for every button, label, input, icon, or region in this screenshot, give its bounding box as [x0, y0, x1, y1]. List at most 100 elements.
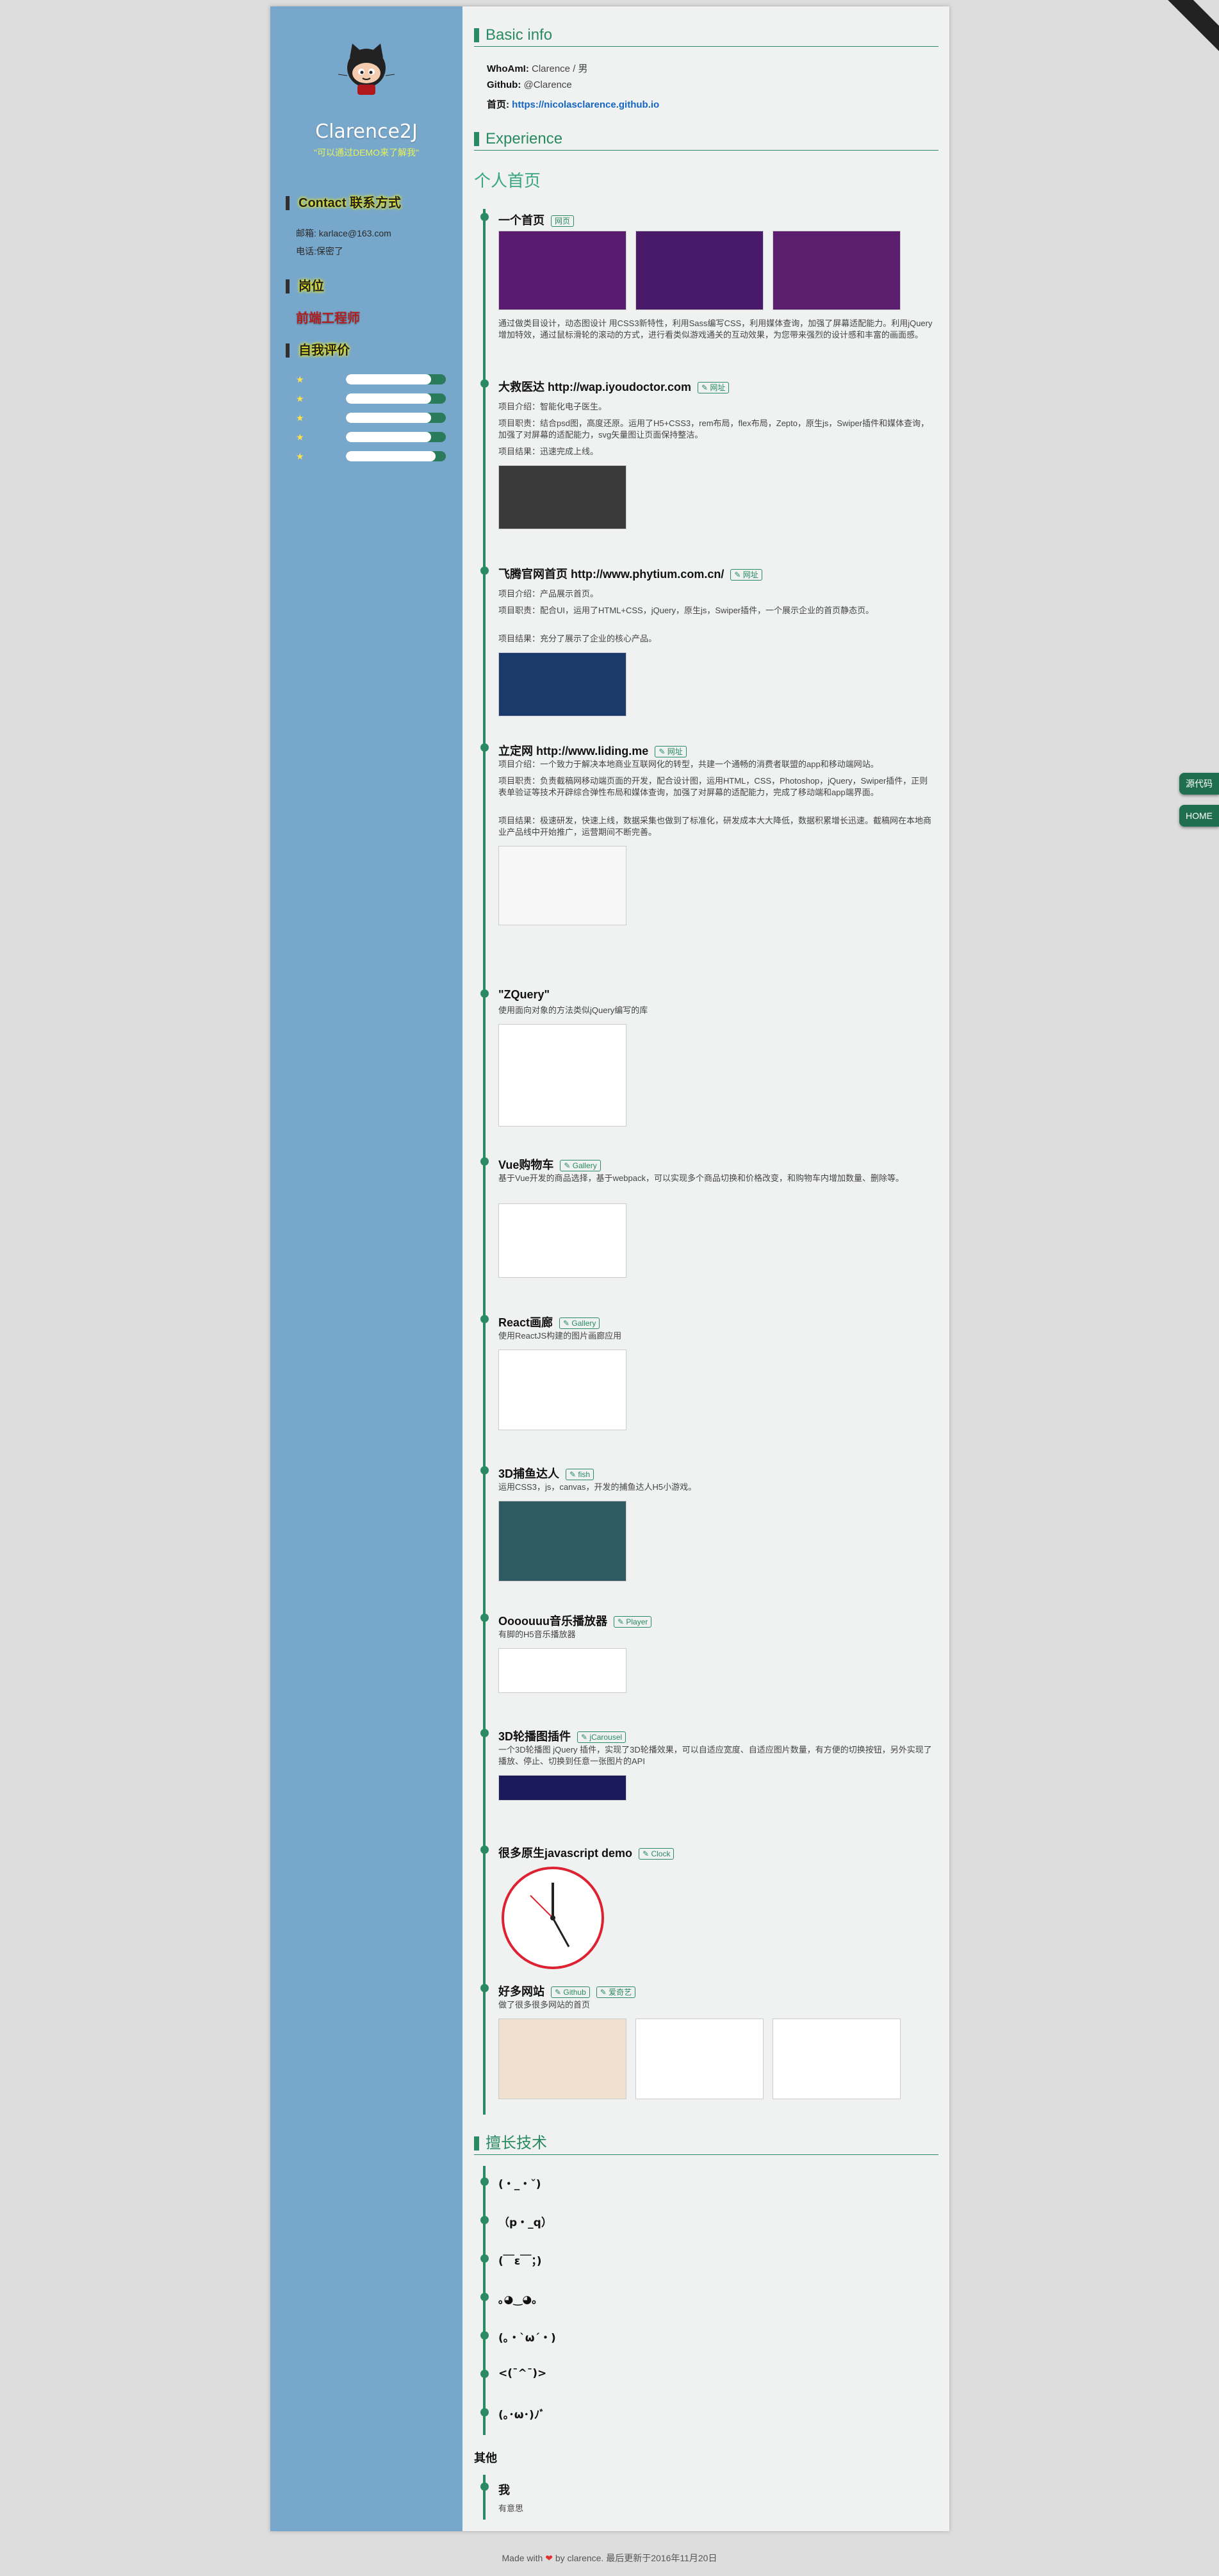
- skill-emoticon: （p・_q）: [498, 2217, 552, 2229]
- project-description: 有脚的H5音乐播放器: [498, 1630, 576, 1639]
- project-link-tag[interactable]: ✎ Clock: [639, 1848, 675, 1860]
- project-screenshot-thumbnail[interactable]: [498, 1024, 626, 1127]
- job-heading: 岗位: [286, 279, 324, 293]
- skills-heading: 擅长技术: [474, 2134, 938, 2155]
- skill-emoticon: (｡・`ω´・): [498, 2332, 556, 2345]
- timeline-dot: [480, 1729, 489, 1737]
- project-description: 项目职责：配合UI，运用了HTML+CSS，jQuery，原生js，Swiper…: [498, 606, 874, 615]
- skill-rating-row: ★: [296, 411, 447, 424]
- basic-info-heading: Basic info: [474, 26, 938, 47]
- project-title: 很多原生javascript demo ✎ Clock: [498, 1844, 675, 1861]
- star-icon: ★: [296, 432, 304, 442]
- personal-home-heading: 个人首页: [474, 172, 541, 191]
- other-item-text: 有意思: [498, 2504, 524, 2513]
- whoami-line: WhoAmI: Clarence / 男: [487, 62, 588, 75]
- project-link-tag[interactable]: ✎ jCarousel: [577, 1731, 626, 1744]
- skill-bar-fill: [346, 374, 431, 384]
- sidebar: Clarence2J "可以通过DEMO来了解我" Contact 联系方式 邮…: [270, 6, 462, 2531]
- timeline-dot: [480, 2408, 489, 2416]
- star-icon: ★: [296, 413, 304, 423]
- project-name: 一个首页: [498, 214, 544, 227]
- project-description: 项目结果：充分了展示了企业的核心产品。: [498, 634, 657, 643]
- project-description: 项目介绍：产品展示首页。: [498, 589, 599, 599]
- skill-bar: [346, 451, 446, 461]
- project-link-tag[interactable]: ✎ Gallery: [559, 1317, 600, 1330]
- footer-made-with: Made with: [502, 2553, 543, 2563]
- skill-rating-row: ★: [296, 450, 447, 463]
- project-description: 基于Vue开发的商品选择，基于webpack，可以实现多个商品切换和价格改变，和…: [498, 1173, 904, 1183]
- timeline-dot: [480, 1845, 489, 1854]
- project-link-tag[interactable]: ✎ Gallery: [560, 1160, 601, 1172]
- skill-emoticon: (｡･ω･)ﾉﾞ: [498, 2409, 545, 2422]
- project-screenshot-thumbnail[interactable]: [773, 231, 901, 310]
- github-label: Github:: [487, 79, 521, 90]
- project-title: React画廊 ✎ Gallery: [498, 1314, 600, 1330]
- skill-bar-fill: [346, 393, 431, 404]
- project-description: 项目介绍：智能化电子医生。: [498, 402, 607, 411]
- project-screenshot-thumbnail[interactable]: [498, 1501, 626, 1581]
- project-link-tag[interactable]: ✎ fish: [566, 1469, 594, 1481]
- timeline-dot: [480, 213, 489, 221]
- project-screenshot-thumbnail[interactable]: [498, 1350, 626, 1430]
- skill-emoticon: ｡◕‿◕｡: [498, 2293, 537, 2306]
- project-link-tag[interactable]: ✎ Player: [613, 1616, 652, 1628]
- skill-emoticon: <(ˉ^ˉ)>: [498, 2367, 547, 2380]
- job-title: 前端工程师: [296, 311, 360, 326]
- project-description: 项目结果：迅速完成上线。: [498, 447, 599, 456]
- project-description: 使用面向对象的方法类似jQuery编写的库: [498, 1005, 648, 1015]
- project-title: 3D捕鱼达人 ✎ fish: [498, 1465, 594, 1482]
- timeline-dot: [480, 2482, 489, 2491]
- timeline-dot: [480, 2331, 489, 2340]
- self-eval-heading: 自我评价: [286, 343, 350, 358]
- homepage-link[interactable]: https://nicolasclarence.github.io: [512, 99, 659, 110]
- project-name: Oooouuu音乐播放器: [498, 1615, 607, 1628]
- project-link-tag[interactable]: ✎ 网址: [655, 746, 687, 758]
- project-title: Oooouuu音乐播放器 ✎ Player: [498, 1612, 652, 1629]
- other-heading: 其他: [474, 2452, 497, 2465]
- github-corner-ribbon[interactable]: [1168, 0, 1219, 51]
- project-title: 一个首页 网页: [498, 211, 575, 228]
- project-title: 立定网 http://www.liding.me ✎ 网址: [498, 742, 687, 759]
- whoami-label: WhoAmI:: [487, 63, 529, 74]
- motto: "可以通过DEMO来了解我": [314, 147, 419, 158]
- project-link-tag[interactable]: ✎ 网址: [730, 569, 762, 581]
- skill-bar: [346, 413, 446, 423]
- timeline-dot: [480, 1614, 489, 1622]
- project-name: 好多网站: [498, 1985, 544, 1998]
- github-value[interactable]: @Clarence: [524, 79, 572, 90]
- home-button[interactable]: HOME: [1179, 805, 1219, 827]
- project-link-tag[interactable]: ✎ 爱奇艺: [596, 1986, 636, 1999]
- project-screenshot-thumbnail[interactable]: [498, 231, 626, 310]
- timeline-dot: [480, 1157, 489, 1166]
- project-screenshot-thumbnail[interactable]: [498, 1775, 626, 1801]
- project-link-tag[interactable]: ✎ 网址: [698, 382, 730, 394]
- project-description: 项目结果：极速研发，快速上线，数据采集也做到了标准化，研发成本大大降低，数据积累…: [498, 816, 932, 837]
- project-screenshot-thumbnail[interactable]: [498, 2019, 626, 2099]
- project-screenshot-thumbnail[interactable]: [635, 231, 764, 310]
- project-title: 大救医达 http://wap.iyoudoctor.com ✎ 网址: [498, 378, 730, 395]
- skill-rating-row: ★: [296, 392, 447, 405]
- octocat-avatar-icon: [338, 44, 395, 95]
- project-screenshot-thumbnail[interactable]: [498, 465, 626, 529]
- project-link-tag[interactable]: ✎ Github: [551, 1986, 590, 1999]
- project-screenshot-thumbnail[interactable]: [635, 2019, 764, 2099]
- source-code-button[interactable]: 源代码: [1179, 773, 1219, 795]
- project-name: 立定网 http://www.liding.me: [498, 745, 649, 757]
- timeline-dot: [480, 2177, 489, 2186]
- owner-name: Clarence2J: [315, 120, 418, 143]
- clock-demo-thumbnail[interactable]: [498, 1863, 607, 1972]
- project-name: "ZQuery": [498, 988, 550, 1001]
- skill-bar: [346, 432, 446, 442]
- project-screenshot-thumbnail[interactable]: [498, 1203, 626, 1278]
- skill-rating-row: ★: [296, 373, 447, 386]
- homepage-line: 首页: https://nicolasclarence.github.io: [487, 97, 659, 111]
- project-screenshot-thumbnail[interactable]: [498, 652, 626, 716]
- project-screenshot-thumbnail[interactable]: [773, 2019, 901, 2099]
- timeline-dot: [480, 1315, 489, 1323]
- footer-updated: by clarence. 最后更新于2016年11月20日: [555, 2553, 717, 2563]
- project-screenshot-thumbnail[interactable]: [498, 846, 626, 925]
- project-name: 大救医达 http://wap.iyoudoctor.com: [498, 381, 691, 393]
- project-screenshot-thumbnail[interactable]: [498, 1648, 626, 1693]
- skill-rating-row: ★: [296, 431, 447, 443]
- project-link-tag[interactable]: 网页: [551, 215, 575, 227]
